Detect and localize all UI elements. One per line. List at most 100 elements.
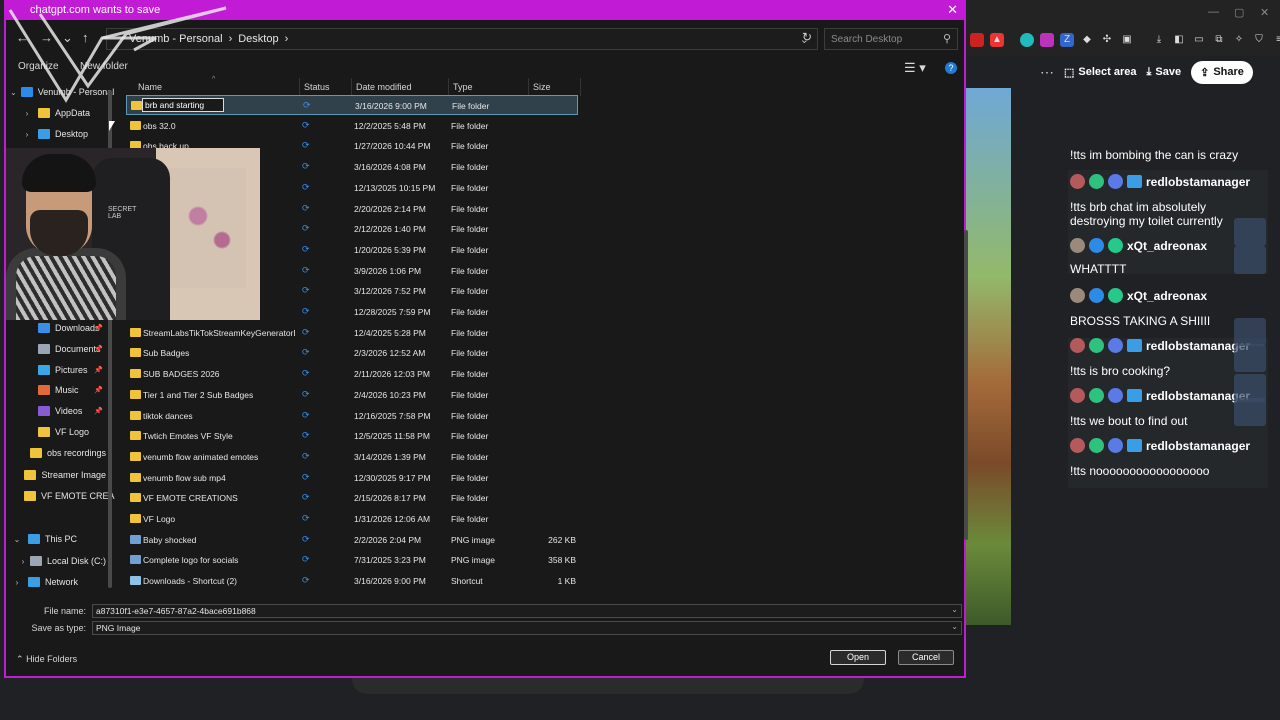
media-icon[interactable]: ▣ <box>1120 33 1134 47</box>
file-row[interactable]: obs 32.0 ⟳ 12/2/2025 5:48 PM File folder <box>126 116 578 136</box>
nav-item[interactable]: VF EMOTE CREA <box>6 486 115 506</box>
wallet-icon[interactable]: ▭ <box>1192 33 1206 47</box>
sync-status-icon: ⟳ <box>302 243 310 254</box>
file-row[interactable]: tiktok dances ⟳ 12/16/2025 7:58 PM File fol… <box>126 406 578 426</box>
hide-folders-toggle[interactable]: ⌃ Hide Folders <box>16 654 77 665</box>
sparkle-icon[interactable]: ✧ <box>1232 33 1246 47</box>
chevron-icon[interactable]: › <box>10 578 24 587</box>
file-row[interactable]: Sub Badges ⟳ 2/3/2026 12:52 AM File folder <box>126 343 578 363</box>
close-icon[interactable]: ✕ <box>1260 6 1269 19</box>
cancel-button[interactable]: Cancel <box>898 650 954 665</box>
nav-item[interactable]: ⌄ This PC <box>6 529 106 549</box>
file-row[interactable]: Baby shocked ⟳ 2/2/2026 2:04 PM PNG image 26… <box>126 530 578 550</box>
nav-item[interactable]: › Local Disk (C:) <box>6 551 106 571</box>
dialog-footer: File name: a87310f1-e3e7-4657-87a2-4bace… <box>6 600 964 676</box>
folder-icon <box>38 406 50 416</box>
chevron-icon[interactable]: › <box>20 557 26 566</box>
file-row[interactable]: venumb flow sub mp4 ⟳ 12/30/2025 9:17 PM Fi… <box>126 468 578 488</box>
username-text: xQt_adreonax <box>1127 238 1208 253</box>
extension-icon[interactable]: ◆ <box>1080 33 1094 47</box>
minimize-icon[interactable]: — <box>1208 6 1219 18</box>
file-row[interactable]: VF Logo ⟳ 1/31/2026 12:06 AM File folder <box>126 509 578 529</box>
more-icon[interactable]: ⋯ <box>1040 64 1054 81</box>
file-type: File folder <box>451 244 489 255</box>
search-input[interactable]: Search Desktop ⚲ <box>824 28 958 50</box>
save-as-type-label: Save as type: <box>31 623 86 633</box>
chat-message: !tts is bro cooking? <box>1070 364 1171 378</box>
file-date: 3/12/2026 7:52 PM <box>354 286 426 297</box>
file-row[interactable]: Tier 1 and Tier 2 Sub Badges ⟳ 2/4/2026 10… <box>126 385 578 405</box>
sync-status-icon: ⟳ <box>302 471 310 482</box>
thumbnail[interactable] <box>1234 318 1266 346</box>
download-icon[interactable]: ⤓ <box>1152 33 1166 47</box>
chevron-icon[interactable]: ⌄ <box>10 535 24 544</box>
extension-icon[interactable] <box>970 33 984 47</box>
sync-status-icon: ⟳ <box>303 100 311 110</box>
chevron-icon[interactable]: › <box>20 130 34 139</box>
column-header-status[interactable]: Status <box>304 82 330 92</box>
select-area-button[interactable]: ⬚ Select area <box>1064 66 1137 79</box>
file-row[interactable]: venumb flow animated emotes ⟳ 3/14/2026 1:… <box>126 447 578 467</box>
extension-icon[interactable]: Z <box>1060 33 1074 47</box>
chevron-right-icon[interactable]: › <box>285 33 289 45</box>
extension-icon[interactable] <box>1020 33 1034 47</box>
nav-item[interactable]: Documents 📌 <box>6 339 106 359</box>
save-as-type-select[interactable]: PNG Image ⌄ <box>92 621 962 635</box>
view-options-icon[interactable]: ☰ ▾ <box>904 60 926 76</box>
file-type: File folder <box>451 431 489 442</box>
save-dialog: chatgpt.com wants to save ✕ ← → ⌄ ↑ Venu… <box>4 0 968 678</box>
nav-item[interactable]: VF Logo <box>6 422 106 442</box>
column-header-size[interactable]: Size <box>533 82 551 92</box>
nav-item[interactable]: obs recordings <box>6 443 106 463</box>
nav-item[interactable]: Downloads 📌 <box>6 318 106 338</box>
extension-icon[interactable] <box>1040 33 1054 47</box>
file-row[interactable]: SUB BADGES 2026 ⟳ 2/11/2026 12:03 PM File f… <box>126 364 578 384</box>
extension-icon[interactable]: ▲ <box>990 33 1004 47</box>
close-icon[interactable]: ✕ <box>947 2 958 18</box>
folder-icon <box>38 385 50 395</box>
sync-status-icon: ⟳ <box>302 409 310 420</box>
folder-icon <box>38 344 50 354</box>
thumbnail[interactable] <box>1234 218 1266 246</box>
file-date: 2/3/2026 12:52 AM <box>354 348 426 359</box>
shield-icon[interactable]: ⛉ <box>1252 33 1266 47</box>
split-icon[interactable]: ⧉ <box>1212 33 1226 47</box>
list-scrollbar[interactable] <box>964 230 968 540</box>
file-row[interactable]: VF EMOTE CREATIONS ⟳ 2/15/2026 8:17 PM File… <box>126 488 578 508</box>
nav-item-label: Local Disk (C:) <box>46 556 106 566</box>
breadcrumb-item[interactable]: Desktop <box>238 33 278 45</box>
nav-item[interactable]: › Network <box>6 572 106 592</box>
chevron-down-icon[interactable]: ⌄ <box>951 605 958 614</box>
nav-item[interactable]: Music 📌 <box>6 380 106 400</box>
nav-item[interactable]: Videos 📌 <box>6 401 106 421</box>
file-name-field[interactable]: a87310f1-e3e7-4657-87a2-4bace691b868 ⌄ <box>92 604 962 618</box>
maximize-icon[interactable]: ▢ <box>1234 6 1244 19</box>
sidebar-icon[interactable]: ◧ <box>1172 33 1186 47</box>
thumbnail[interactable] <box>1234 398 1266 426</box>
file-type: File folder <box>451 120 489 131</box>
thumbnail[interactable] <box>1234 344 1266 372</box>
column-header-type[interactable]: Type <box>453 82 473 92</box>
open-button[interactable]: Open <box>830 650 886 665</box>
puzzle-icon[interactable]: ✣ <box>1100 33 1114 47</box>
menu-icon[interactable]: ≡ <box>1272 33 1280 47</box>
nav-item[interactable]: › Desktop <box>6 124 106 144</box>
sync-status-icon: ⟳ <box>302 347 310 358</box>
folder-icon <box>28 534 40 544</box>
file-type: File folder <box>451 162 489 173</box>
thumbnail[interactable] <box>1234 246 1266 274</box>
chevron-down-icon: ⌄ <box>951 622 958 631</box>
help-icon[interactable]: ? <box>945 62 957 74</box>
refresh-icon[interactable]: ↻ <box>802 30 812 44</box>
file-row[interactable]: StreamLabsTikTokStreamKeyGeneratorD... ⟳ 1… <box>126 323 578 343</box>
save-button[interactable]: ⤓ Save <box>1147 66 1182 79</box>
file-row[interactable]: Downloads - Shortcut (2) ⟳ 3/16/2026 9:00 … <box>126 571 578 591</box>
file-row[interactable]: Twtich Emotes VF Style ⟳ 12/5/2025 11:58 P… <box>126 426 578 446</box>
nav-item[interactable]: Streamer Image <box>6 465 106 485</box>
file-row[interactable]: Complete logo for socials ⟳ 7/31/2025 3:23… <box>126 550 578 570</box>
nav-item[interactable]: Pictures 📌 <box>6 360 106 380</box>
column-header-date[interactable]: Date modified <box>356 82 412 92</box>
share-button[interactable]: ⇪ Share <box>1191 60 1253 84</box>
nav-item-label: Streamer Image <box>41 470 106 480</box>
file-date: 12/5/2025 11:58 PM <box>354 431 430 442</box>
